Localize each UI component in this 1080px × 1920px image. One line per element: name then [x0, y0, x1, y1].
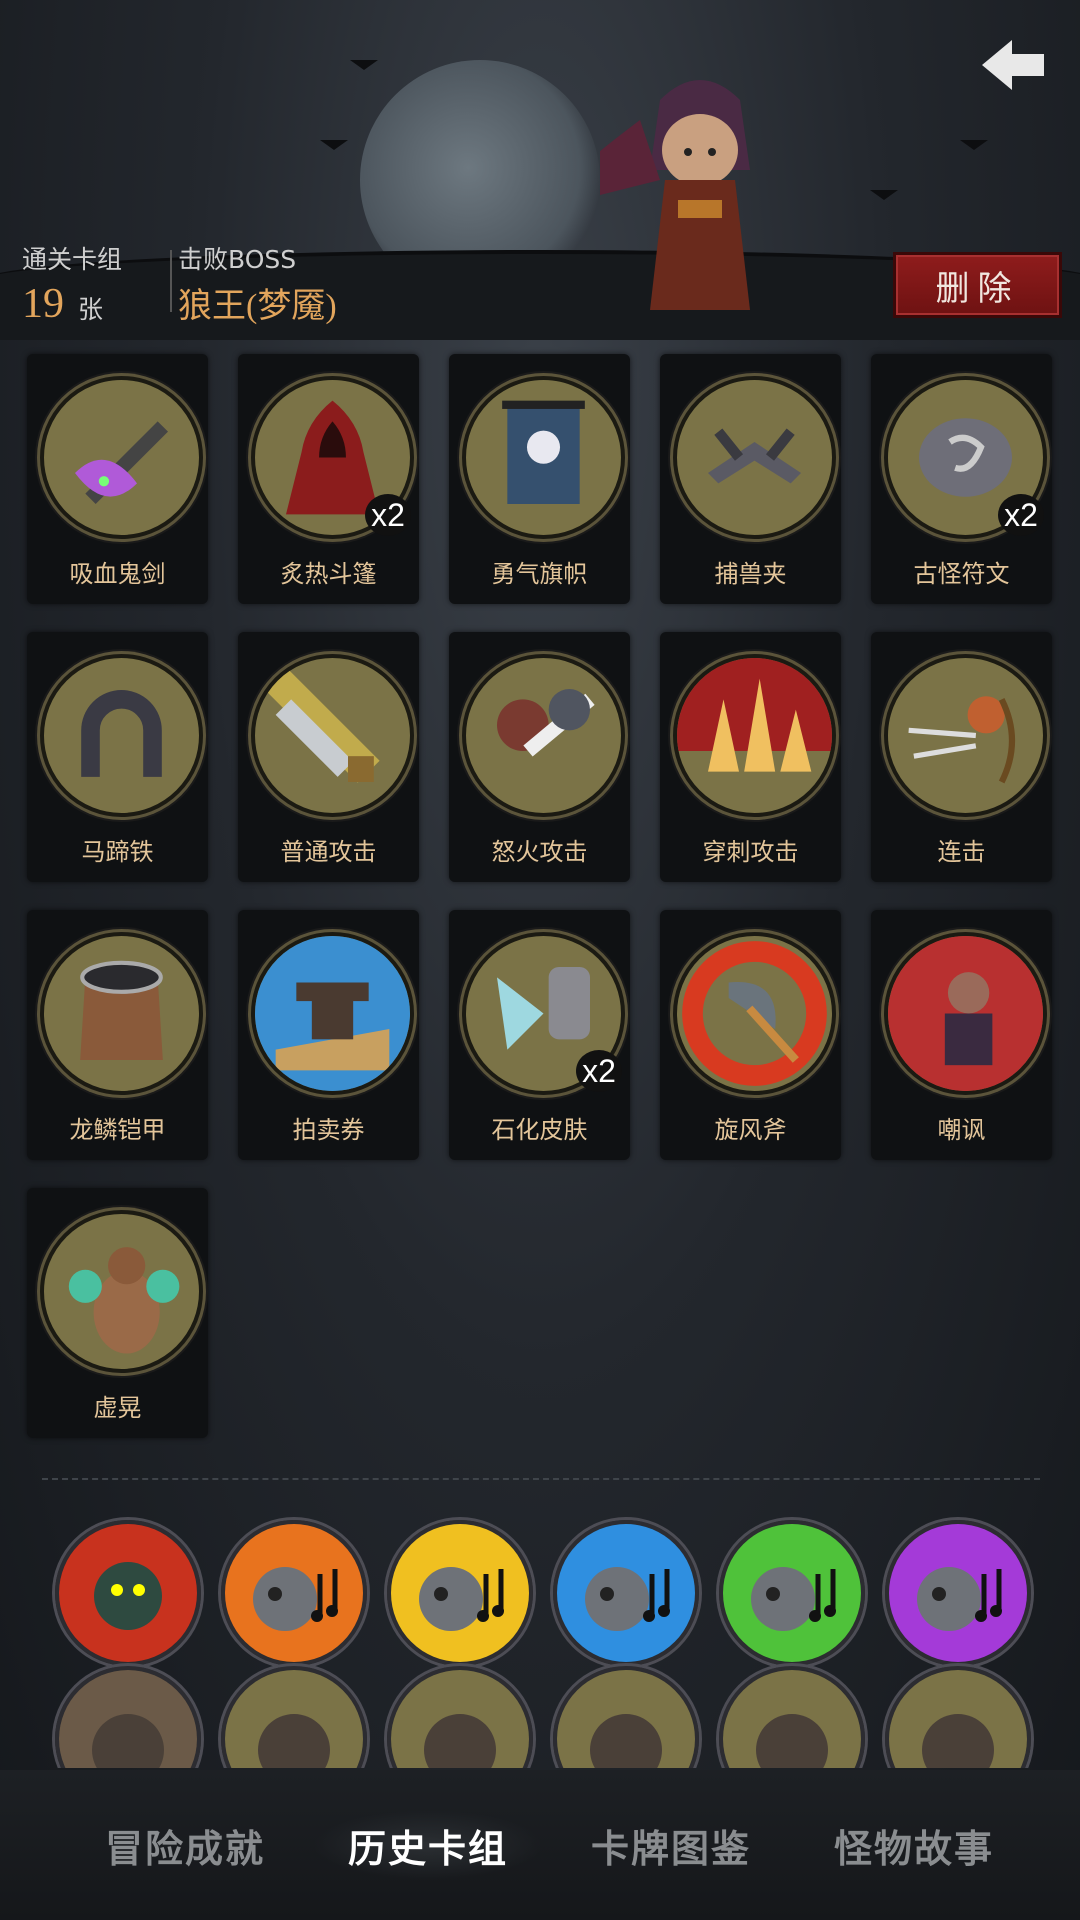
deck-card[interactable]: 虚晃 [27, 1188, 208, 1438]
card-name: 穿刺攻击 [702, 838, 799, 866]
rage-attack-icon [462, 654, 625, 817]
deck-card[interactable]: 吸血鬼剑 [27, 354, 208, 604]
hooded-heroine-icon [600, 80, 750, 310]
skull-bard-purple-icon[interactable] [885, 1520, 1031, 1666]
card-name: 怒火攻击 [491, 838, 588, 866]
back-arrow-icon[interactable] [972, 30, 1052, 100]
deck-card[interactable]: 普通攻击 [238, 632, 419, 882]
horseshoe-icon [40, 654, 203, 817]
duplicate-count-badge: x2 [365, 494, 411, 536]
deck-card[interactable]: 怒火攻击 [449, 632, 630, 882]
deck-card[interactable]: 马蹄铁 [27, 632, 208, 882]
tab-monster-stories[interactable]: 怪物故事 [799, 1810, 1029, 1880]
goblin-icon[interactable] [553, 1666, 699, 1768]
vampire-icon[interactable] [719, 1666, 865, 1768]
clear-card-count: 19 [22, 281, 64, 327]
deck-card[interactable]: 捕兽夹 [660, 354, 841, 604]
blade-hand-icon[interactable] [387, 1666, 533, 1768]
duplicate-count-badge: x2 [576, 1050, 622, 1092]
bat-icon [870, 190, 898, 200]
delete-button[interactable]: 删除 [893, 252, 1062, 318]
tab-achievements[interactable]: 冒险成就 [70, 1810, 300, 1880]
whirlwind-axe-icon [673, 932, 836, 1095]
defeated-boss-name: 狼王(梦魇) [178, 288, 337, 325]
deck-card[interactable]: 勇气旗帜 [449, 354, 630, 604]
card-name: 嘲讽 [937, 1116, 986, 1144]
defeated-boss-label: 击败BOSS [178, 245, 297, 274]
card-name: 石化皮肤 [491, 1116, 588, 1144]
card-name: 马蹄铁 [81, 838, 154, 866]
deck-card[interactable]: 炙热斗篷 x2 [238, 354, 419, 604]
card-name: 虚晃 [93, 1394, 142, 1422]
skull-bard-orange-icon[interactable] [221, 1520, 367, 1666]
card-hand-icon[interactable] [221, 1666, 367, 1768]
card-name: 捕兽夹 [714, 560, 787, 588]
auction-gavel-icon [251, 932, 414, 1095]
skull-banner-icon [462, 376, 625, 539]
bat-icon [320, 140, 348, 150]
card-name: 炙热斗篷 [280, 560, 377, 588]
tab-history-deck[interactable]: 历史卡组 [313, 1810, 543, 1880]
card-name: 旋风斧 [714, 1116, 787, 1144]
vampire-sword-icon [40, 376, 203, 539]
boss-portrait-strip [0, 1510, 1080, 1768]
card-name: 勇气旗帜 [491, 560, 588, 588]
deck-card[interactable]: 龙鳞铠甲 [27, 910, 208, 1160]
feint-boxer-icon [40, 1210, 203, 1373]
card-name: 拍卖券 [292, 1116, 365, 1144]
fire-demon-icon[interactable] [55, 1520, 201, 1666]
card-name: 吸血鬼剑 [69, 560, 166, 588]
brute-icon[interactable] [885, 1666, 1031, 1768]
bat-icon [350, 60, 378, 70]
skull-bard-blue-icon[interactable] [553, 1520, 699, 1666]
cannon-icon[interactable] [55, 1666, 201, 1768]
header-divider [170, 250, 172, 312]
section-divider [42, 1478, 1040, 1480]
sword-strike-icon [251, 654, 414, 817]
skull-bard-green-icon[interactable] [719, 1520, 865, 1666]
header-banner: 通关卡组 19 张 击败BOSS 狼王(梦魇) 删除 [0, 0, 1080, 340]
bottom-tab-bar: 冒险成就 历史卡组 卡牌图鉴 怪物故事 [0, 1770, 1080, 1920]
spike-attack-icon [673, 654, 836, 817]
card-name: 普通攻击 [280, 838, 377, 866]
card-count-unit: 张 [78, 295, 104, 324]
deck-card[interactable]: 连击 [871, 632, 1052, 882]
taunt-rat-icon [884, 932, 1047, 1095]
duplicate-count-badge: x2 [998, 494, 1044, 536]
deck-card[interactable]: 古怪符文 x2 [871, 354, 1052, 604]
tab-card-codex[interactable]: 卡牌图鉴 [556, 1810, 786, 1880]
card-name: 龙鳞铠甲 [69, 1116, 166, 1144]
deck-card[interactable]: 石化皮肤 x2 [449, 910, 630, 1160]
deck-card[interactable]: 穿刺攻击 [660, 632, 841, 882]
bear-trap-icon [673, 376, 836, 539]
archer-combo-icon [884, 654, 1047, 817]
card-name: 连击 [937, 838, 986, 866]
deck-card[interactable]: 拍卖券 [238, 910, 419, 1160]
skull-bard-yellow-icon[interactable] [387, 1520, 533, 1666]
clear-deck-label: 通关卡组 [22, 245, 123, 274]
deck-card[interactable]: 嘲讽 [871, 910, 1052, 1160]
deck-card[interactable]: 旋风斧 [660, 910, 841, 1160]
bat-icon [960, 140, 988, 150]
card-name: 古怪符文 [913, 560, 1010, 588]
scale-armor-icon [40, 932, 203, 1095]
